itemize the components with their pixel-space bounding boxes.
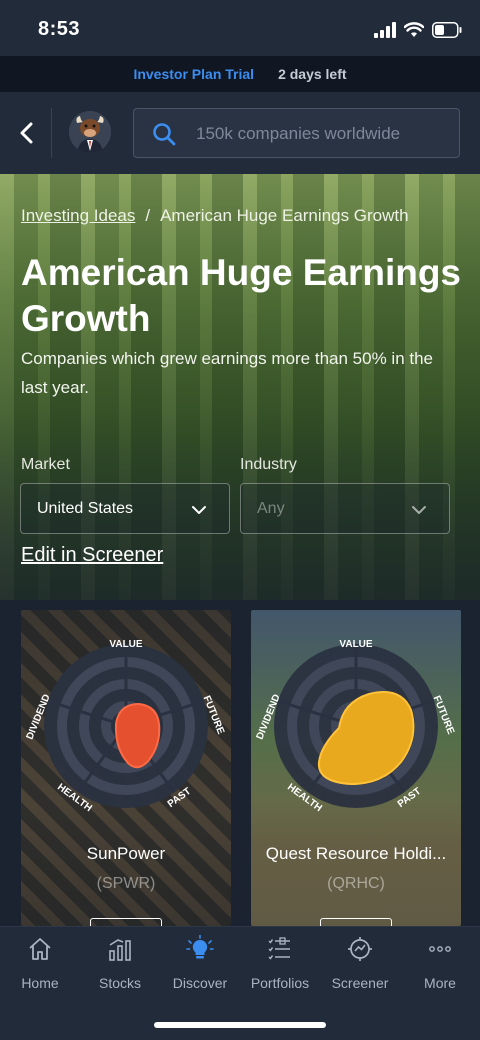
axis-value-label: VALUE bbox=[109, 639, 142, 650]
bull-mascot-icon bbox=[69, 111, 111, 153]
tab-stocks-label: Stocks bbox=[98, 975, 141, 991]
chevron-down-icon bbox=[192, 506, 206, 514]
tab-home[interactable]: Home bbox=[0, 935, 80, 995]
company-name: SunPower bbox=[86, 844, 166, 863]
tab-stocks[interactable]: Stocks bbox=[80, 935, 160, 995]
industry-value: Any bbox=[257, 500, 285, 517]
breadcrumb-current: American Huge Earnings Growth bbox=[160, 206, 409, 225]
wifi-icon bbox=[404, 22, 424, 37]
breadcrumb: Investing Ideas / American Huge Earnings… bbox=[21, 206, 409, 226]
tab-discover[interactable]: Discover bbox=[160, 935, 240, 995]
avatar[interactable] bbox=[69, 111, 111, 153]
more-icon bbox=[429, 946, 451, 952]
axis-value-label: VALUE bbox=[339, 639, 372, 650]
tab-more-label: More bbox=[424, 975, 456, 991]
breadcrumb-investing-ideas[interactable]: Investing Ideas bbox=[21, 206, 135, 226]
screener-icon bbox=[348, 937, 372, 961]
portfolios-icon bbox=[268, 937, 290, 960]
nav-divider bbox=[51, 108, 52, 158]
trial-days-left: 2 days left bbox=[278, 66, 347, 82]
tab-discover-label: Discover bbox=[172, 975, 228, 991]
tab-home-label: Home bbox=[21, 975, 59, 991]
market-select[interactable]: United States bbox=[20, 483, 230, 534]
home-indicator bbox=[154, 1022, 326, 1028]
snowflake-chart: VALUE FUTURE PAST HEALTH DIVIDEND bbox=[25, 639, 227, 814]
breadcrumb-separator: / bbox=[145, 206, 151, 225]
chevron-down-icon bbox=[412, 506, 426, 514]
discover-bulb-icon bbox=[186, 935, 214, 959]
status-bar: 8:53 bbox=[0, 0, 480, 56]
company-ticker: (QRHC) bbox=[327, 875, 385, 892]
tab-portfolios[interactable]: Portfolios bbox=[240, 935, 320, 995]
search-placeholder: 150k companies worldwide bbox=[196, 124, 401, 143]
tab-more[interactable]: More bbox=[400, 935, 480, 995]
back-arrow-icon[interactable] bbox=[14, 116, 42, 150]
edit-in-screener-link[interactable]: Edit in Screener bbox=[21, 544, 163, 567]
status-icons bbox=[374, 20, 462, 40]
industry-label: Industry bbox=[240, 456, 297, 473]
industry-select[interactable]: Any bbox=[240, 483, 450, 534]
company-cards: VALUE FUTURE PAST HEALTH DIVIDEND SunPow… bbox=[0, 600, 480, 926]
top-nav: 150k companies worldwide bbox=[0, 92, 480, 174]
trial-plan-label[interactable]: Investor Plan Trial bbox=[133, 66, 254, 82]
company-name: Quest Resource Holdi... bbox=[265, 844, 447, 863]
market-label: Market bbox=[21, 456, 70, 473]
battery-icon bbox=[432, 22, 462, 38]
tab-screener[interactable]: Screener bbox=[320, 935, 400, 995]
company-card-quest-resource[interactable]: VALUE FUTURE PAST HEALTH DIVIDEND Quest … bbox=[251, 610, 461, 926]
hero-banner: Investing Ideas / American Huge Earnings… bbox=[0, 174, 480, 600]
company-ticker: (SPWR) bbox=[96, 875, 156, 892]
home-icon bbox=[29, 938, 51, 960]
page-description: Companies which grew earnings more than … bbox=[21, 349, 434, 397]
tab-screener-label: Screener bbox=[331, 975, 389, 991]
trial-banner[interactable]: Investor Plan Trial 2 days left bbox=[0, 56, 480, 92]
card-action-button[interactable] bbox=[320, 918, 392, 926]
card-action-button[interactable] bbox=[90, 918, 162, 926]
signal-icon bbox=[374, 22, 396, 38]
company-card-sunpower[interactable]: VALUE FUTURE PAST HEALTH DIVIDEND SunPow… bbox=[21, 610, 231, 926]
search-box[interactable]: 150k companies worldwide bbox=[133, 108, 460, 158]
status-time: 8:53 bbox=[38, 18, 81, 40]
stocks-icon bbox=[109, 939, 131, 961]
snowflake-chart: VALUE FUTURE PAST HEALTH DIVIDEND bbox=[255, 639, 457, 814]
market-value: United States bbox=[37, 500, 134, 517]
tab-portfolios-label: Portfolios bbox=[250, 975, 310, 991]
page-title: American Huge Earnings Growth bbox=[21, 252, 462, 339]
search-icon bbox=[153, 123, 176, 146]
